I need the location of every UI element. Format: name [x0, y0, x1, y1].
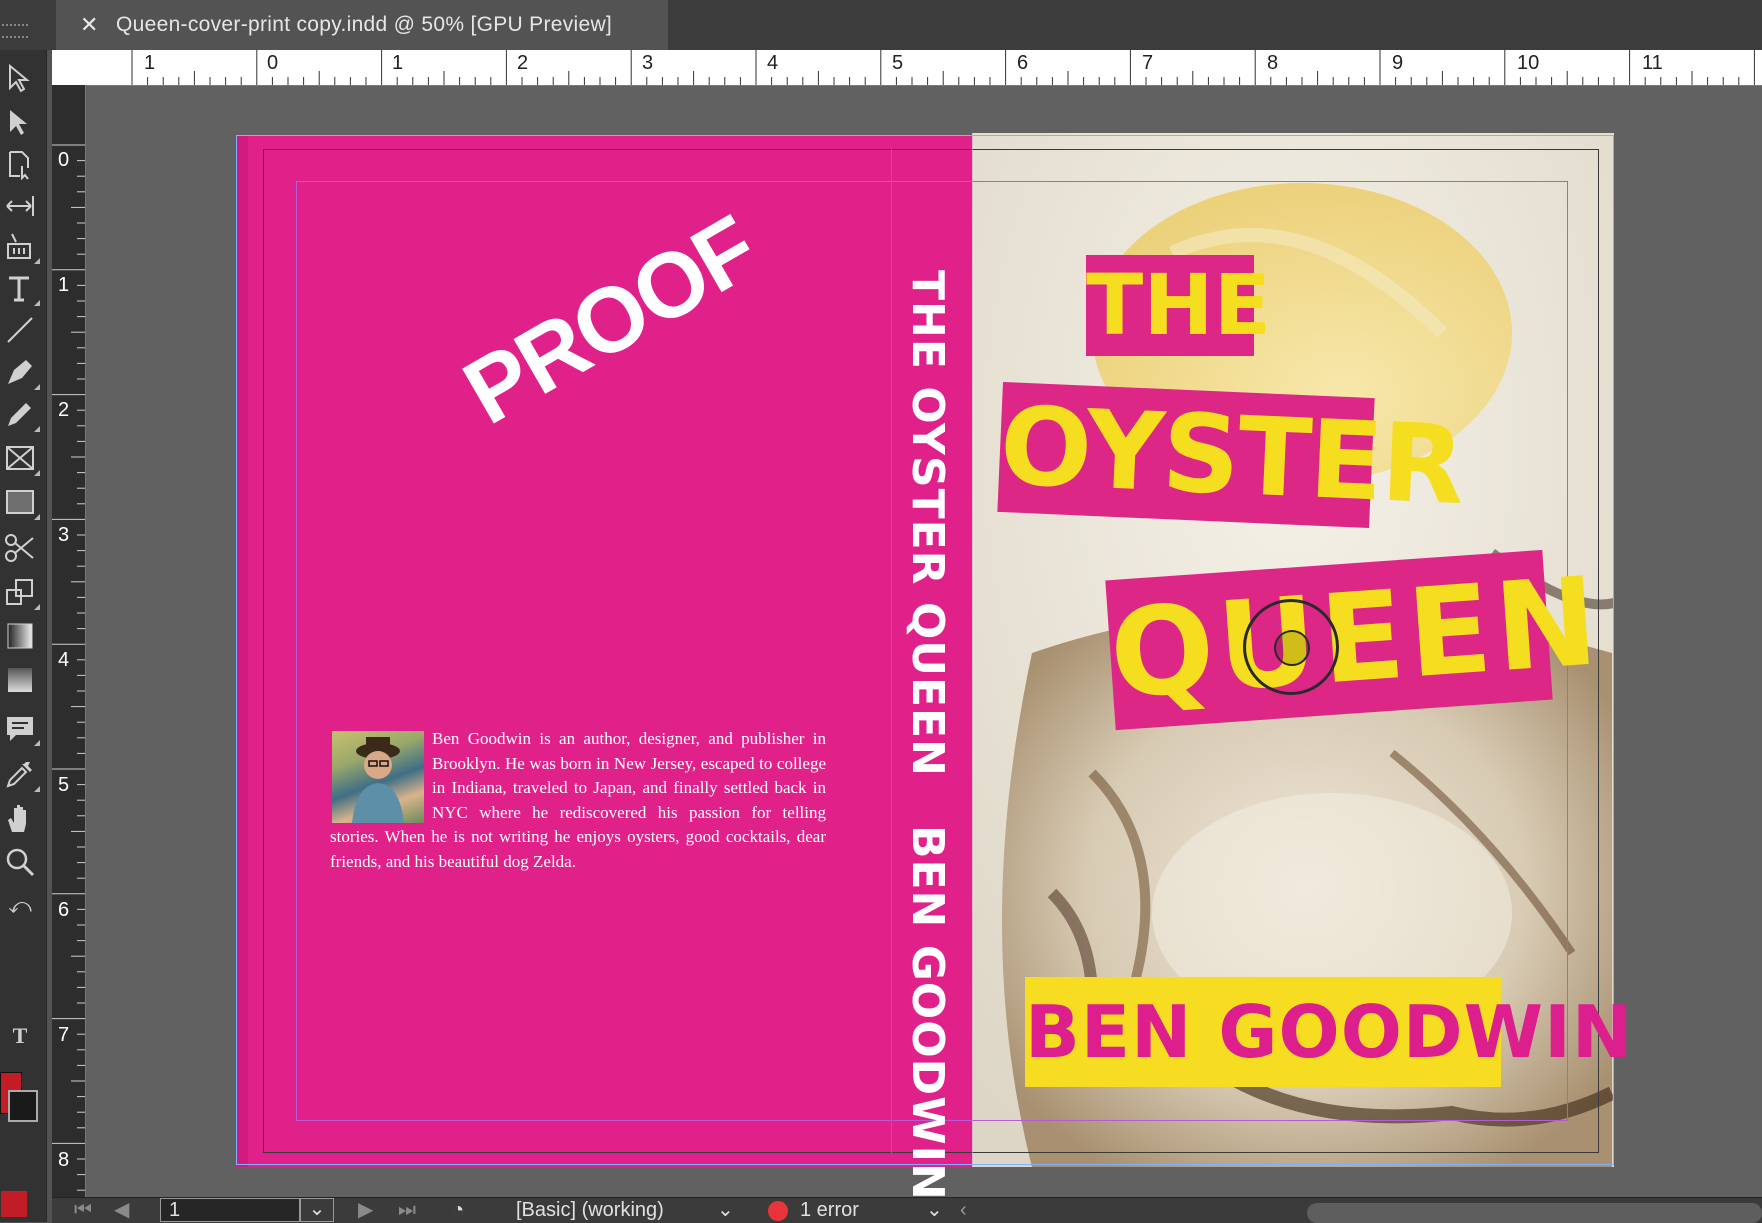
ruler-label: 7 [1142, 52, 1154, 74]
title-box-oyster[interactable]: OYSTER [997, 381, 1465, 529]
error-dropdown-icon[interactable]: ⌄ [926, 1198, 943, 1222]
content-collector-icon[interactable] [0, 226, 40, 266]
ruler-label: 5 [58, 774, 70, 796]
ruler-label: 10 [1517, 52, 1540, 74]
ruler-label: 1 [58, 274, 70, 296]
document-tab[interactable]: ✕ Queen-cover-print copy.indd @ 50% [GPU… [56, 0, 668, 50]
direct-selection-icon[interactable] [0, 58, 40, 98]
ruler-label: 8 [58, 1149, 70, 1171]
horizontal-ruler[interactable]: 1 0 1 2 3 4 5 6 7 8 9 10 11 [52, 50, 1762, 86]
ruler-label: 0 [58, 149, 70, 171]
free-transform-icon[interactable] [0, 572, 40, 612]
document-title: Queen-cover-print copy.indd @ 50% [GPU P… [116, 13, 613, 36]
ruler-label: 5 [892, 52, 904, 74]
preflight-profile[interactable]: [Basic] (working) [516, 1198, 664, 1222]
ruler-label: 7 [58, 1024, 70, 1046]
preflight-icon[interactable]: ◔ [452, 1198, 464, 1222]
rectangle-frame-icon[interactable] [0, 438, 40, 478]
ruler-label: 3 [58, 524, 70, 546]
document-tab-bar: ✕ Queen-cover-print copy.indd @ 50% [GPU… [0, 0, 1762, 50]
author-photo[interactable] [332, 731, 424, 823]
previous-page-icon[interactable]: ◀ [114, 1198, 129, 1222]
formatting-affects-text-icon[interactable]: T [0, 1016, 40, 1056]
ruler-label: 4 [767, 52, 779, 74]
type-tool-icon[interactable] [0, 268, 40, 308]
author-bio-frame[interactable]: Ben Goodwin is an author, designer, and … [330, 727, 826, 874]
gap-tool-icon[interactable] [0, 186, 40, 226]
tools-panel: ⤺ T [0, 50, 47, 1222]
spine-guide-left [891, 149, 892, 1153]
pencil-tool-icon[interactable] [0, 394, 40, 434]
vertical-ruler[interactable]: 0 1 2 3 4 5 6 7 8 [52, 85, 86, 1197]
error-count[interactable]: 1 error [800, 1198, 859, 1222]
page-tool-icon[interactable] [0, 144, 40, 184]
gradient-feather-icon[interactable] [0, 660, 40, 700]
front-author-box[interactable]: BEN GOODWIN [1025, 977, 1632, 1087]
scissors-icon[interactable] [0, 528, 40, 568]
spine-author: BEN GOODWIN [902, 824, 953, 1201]
page-dropdown-icon[interactable]: ⌄ [300, 1198, 334, 1222]
title-line-2: OYSTER [997, 383, 1466, 530]
title-box-the[interactable]: THE [1086, 255, 1271, 356]
ruler-label: 0 [267, 52, 279, 74]
next-page-icon[interactable]: ▶ [358, 1198, 373, 1222]
ruler-label: 2 [58, 399, 70, 421]
spine[interactable]: THE OYSTER QUEEN BEN GOODWIN [902, 270, 953, 1201]
cursor-center [1274, 630, 1310, 666]
title-line-1: THE [1086, 256, 1271, 354]
page-number: 1 [169, 1199, 181, 1221]
spine-title: THE OYSTER QUEEN [902, 270, 953, 777]
ruler-label: 2 [517, 52, 529, 74]
pen-tool-icon[interactable] [0, 352, 40, 392]
ruler-label: 8 [1267, 52, 1279, 74]
title-line-3: QUEEN [1105, 550, 1606, 727]
ruler-label: 6 [1017, 52, 1029, 74]
line-tool-icon[interactable] [0, 310, 40, 350]
swap-colors-icon[interactable]: ⤺ [0, 886, 40, 926]
horizontal-scrollbar[interactable] [1307, 1203, 1762, 1223]
rectangle-tool-icon[interactable] [0, 482, 40, 522]
page-number-field[interactable]: 1 [160, 1198, 300, 1222]
hand-icon[interactable] [0, 798, 40, 838]
gradient-swatch-icon[interactable] [0, 616, 40, 656]
note-tool-icon[interactable] [0, 708, 40, 748]
ruler-label: 9 [1392, 52, 1404, 74]
profile-dropdown-icon[interactable]: ⌄ [717, 1198, 734, 1222]
status-bar: ⏮ ◀ 1 ⌄ ▶ ⏭ ◔ [Basic] (working) ⌄ 1 erro… [52, 1197, 1762, 1223]
eyedropper-icon[interactable] [0, 754, 40, 794]
zoom-icon[interactable] [0, 842, 40, 882]
last-page-icon[interactable]: ⏭ [398, 1198, 416, 1222]
ruler-label: 1 [144, 52, 156, 74]
ruler-label: 6 [58, 899, 70, 921]
close-tab-icon[interactable]: ✕ [80, 0, 98, 50]
ruler-label: 4 [58, 649, 70, 671]
apply-color-icon[interactable] [0, 1190, 28, 1218]
stroke-color-swatch[interactable] [8, 1090, 38, 1122]
first-page-icon[interactable]: ⏮ [74, 1198, 92, 1222]
front-author-name: BEN GOODWIN [1025, 990, 1634, 1074]
selection-icon[interactable] [0, 102, 40, 142]
scroll-left-icon[interactable]: ‹ [960, 1198, 967, 1222]
ruler-label: 11 [1642, 52, 1663, 74]
ruler-label: 3 [642, 52, 654, 74]
spine-guide-right [972, 133, 973, 1167]
error-status-icon [768, 1201, 788, 1221]
panel-grip[interactable] [2, 24, 28, 38]
ruler-label: 1 [392, 52, 404, 74]
